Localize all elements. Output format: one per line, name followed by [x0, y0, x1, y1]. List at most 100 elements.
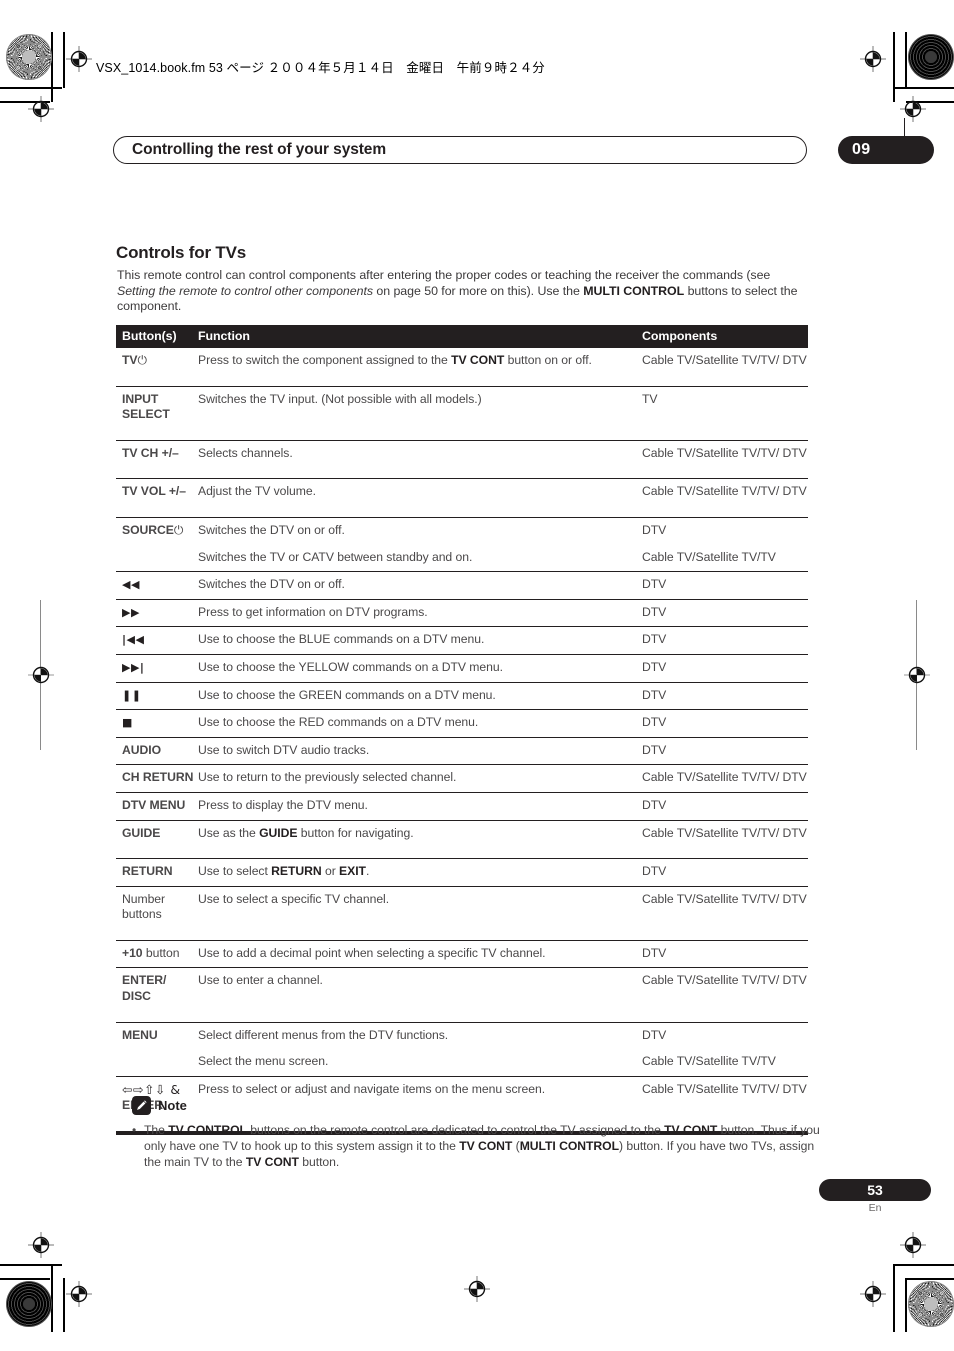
crop-mark-bottom-left-h2	[0, 1278, 50, 1280]
row-components: DTV	[638, 858, 808, 887]
row-button-label: AUDIO	[116, 736, 194, 765]
function-text: Use to select a specific TV channel.	[198, 891, 390, 906]
section-title: Controls for TVs	[116, 243, 246, 262]
crop-mark-bottom-right-v	[893, 1264, 895, 1332]
function-bold-term-2: EXIT	[339, 864, 366, 879]
row-button-label: SOURCE⏻	[116, 516, 194, 545]
note-bold-term: TV CONT	[245, 1155, 299, 1169]
row-function-description: Switches the DTV on or off.	[194, 516, 638, 545]
registration-mark-bottom-left	[66, 1281, 92, 1307]
intro-part-1: This remote control can control componen…	[117, 268, 771, 282]
moire-target-bottom-right	[908, 1281, 954, 1327]
function-text: Press to select or adjust and navigate i…	[198, 1081, 546, 1096]
button-name-suffix: button	[142, 945, 180, 960]
row-button-label: MENU	[116, 1021, 194, 1050]
button-name: RETURN	[122, 864, 173, 879]
note-text-run: The	[144, 1123, 169, 1137]
intro-bold-multi-control: MULTI CONTROL	[583, 283, 685, 298]
moire-target-bottom-left	[6, 1281, 52, 1327]
function-bold-term: GUIDE	[259, 825, 298, 840]
row-components: DTV	[638, 709, 808, 738]
table-row: ▶▶ Press to get information on DTV progra…	[116, 598, 808, 627]
column-header-components: Components	[638, 325, 808, 348]
crop-mark-top-right-v2	[905, 32, 907, 88]
function-text: Press to display the DTV menu.	[198, 797, 368, 812]
intro-part-2: on page 50 for more on this). Use the	[373, 283, 584, 298]
power-icon: ⏻	[173, 522, 184, 537]
button-name: INPUT SELECT	[122, 391, 170, 422]
function-text: Adjust the TV volume.	[198, 484, 316, 499]
function-text: Switches the TV or CATV between standby …	[198, 549, 473, 564]
registration-mark-bottom-center	[464, 1276, 490, 1302]
row-button-label: ▶▶	[116, 598, 194, 627]
row-button-label: TV VOL +/–	[116, 478, 194, 518]
function-text-end: button on or off.	[504, 353, 592, 367]
table-row: Number buttons Use to select a specific T…	[116, 885, 808, 941]
table-row: ENTER/ DISC Use to enter a channel. Cable …	[116, 967, 808, 1023]
row-button-label: INPUT SELECT	[116, 385, 194, 441]
crop-mark-top-left-v	[51, 32, 53, 102]
row-components: DTV	[638, 653, 808, 683]
row-components: DTV	[638, 626, 808, 655]
page-number-badge: 53	[819, 1179, 931, 1201]
row-components: Cable TV/Satellite TV/TV/ DTV	[638, 967, 808, 1023]
function-text: Select different menus from the DTV func…	[198, 1027, 449, 1042]
table-row: Select the menu screen. Cable TV/Satellit…	[116, 1049, 808, 1076]
button-name: TV	[122, 353, 138, 367]
function-bold-term: TV CONT	[451, 353, 505, 367]
chapter-badge: 09	[838, 136, 934, 164]
row-button-label	[116, 1049, 194, 1076]
source-file-header: VSX_1014.book.fm 53 ページ ２００４年５月１４日 金曜日 午…	[96, 61, 545, 75]
row-function-description: Use to switch DTV audio tracks.	[194, 736, 638, 765]
note-text-run: button.	[298, 1155, 340, 1169]
row-function-description: Switches the DTV on or off.	[194, 571, 638, 600]
table-row: ■ Use to choose the RED commands on a DTV…	[116, 709, 808, 738]
crop-mark-bottom-left-v2	[63, 1278, 65, 1332]
registration-mark-bottom-right	[860, 1281, 886, 1307]
function-text: Select the menu screen.	[198, 1054, 329, 1069]
button-name: SOURCE	[122, 522, 174, 537]
button-name: GUIDE	[122, 825, 161, 840]
row-function-description: Use to return to the previously selected…	[194, 764, 638, 793]
row-function-description: Use to select a specific TV channel.	[194, 885, 638, 941]
function-text: Use to return to the previously selected…	[198, 770, 457, 785]
crop-mark-top-left-h	[0, 87, 62, 89]
transport-glyph-icon: ▶▶	[122, 605, 140, 619]
power-icon: ⏻	[137, 353, 147, 367]
table-row: AUDIO Use to switch DTV audio tracks. DTV	[116, 736, 808, 765]
table-row: CH RETURN Use to return to the previously…	[116, 764, 808, 793]
row-components: DTV	[638, 598, 808, 627]
direction-arrows-icon: ⇦⇨⇧⇩ &	[122, 1081, 181, 1097]
row-button-label: DTV MENU	[116, 791, 194, 820]
crop-mark-bottom-right-v2	[905, 1278, 907, 1332]
function-text: Use to choose the YELLOW commands on a D…	[198, 659, 503, 674]
row-function-description: Use as the GUIDE button for navigating.	[194, 819, 638, 859]
transport-glyph-icon: |◀◀	[122, 633, 145, 647]
running-header-pill: Controlling the rest of your system	[113, 136, 807, 164]
row-components: Cable TV/Satellite TV/TV/ DTV	[638, 764, 808, 793]
note-bold-term: TV CONT	[459, 1139, 513, 1153]
button-name: MENU	[122, 1027, 158, 1042]
function-text: Use to choose the BLUE commands on a DTV…	[198, 632, 485, 647]
function-text: Use to add a decimal point when selectin…	[198, 945, 546, 960]
crop-mark-top-left-v2	[63, 32, 65, 88]
row-button-label: +10 button	[116, 939, 194, 968]
row-button-label: Number buttons	[116, 885, 194, 941]
row-components: Cable TV/Satellite TV/TV/ DTV	[638, 885, 808, 941]
row-components: DTV	[638, 1021, 808, 1050]
page-language-code: En	[868, 1202, 882, 1214]
table-header-row: Button(s) Function Components	[116, 325, 808, 348]
row-function-description: Adjust the TV volume.	[194, 478, 638, 518]
controls-for-tvs-table: Button(s) Function Components TV⏻ Press t…	[116, 325, 808, 1136]
row-function-description: Use to choose the BLUE commands on a DTV…	[194, 626, 638, 655]
button-name: AUDIO	[122, 742, 162, 757]
row-function-description: Use to choose the YELLOW commands on a D…	[194, 653, 638, 683]
table-row: INPUT SELECT Switches the TV input. (Not …	[116, 385, 808, 441]
function-bold-term: RETURN	[271, 864, 322, 879]
function-text: Use to enter a channel.	[198, 973, 323, 988]
column-header-function: Function	[194, 325, 638, 348]
note-bold-term: TV CONTROL	[168, 1123, 247, 1137]
row-function-description: Switches the TV or CATV between standby …	[194, 545, 638, 572]
function-text: Selects channels.	[198, 445, 293, 460]
row-button-label: |◀◀	[116, 626, 194, 655]
